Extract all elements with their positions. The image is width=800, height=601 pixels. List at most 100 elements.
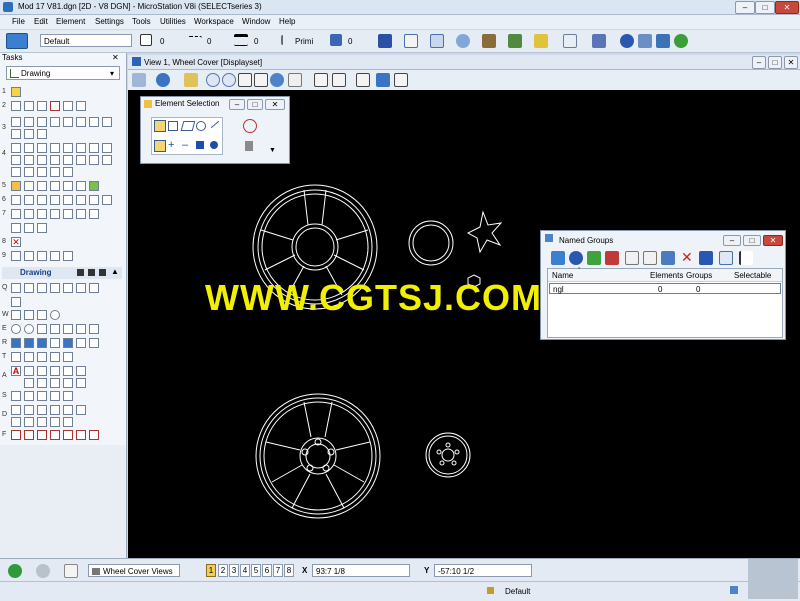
draw-f-b[interactable] bbox=[24, 430, 34, 440]
zoom-in-icon[interactable] bbox=[206, 73, 220, 87]
group-tree-icon[interactable] bbox=[739, 251, 753, 265]
draw-r-d[interactable] bbox=[50, 338, 60, 348]
saved-views-icon[interactable] bbox=[508, 34, 522, 48]
view-maximize-button[interactable]: □ bbox=[768, 56, 782, 69]
group-tool-b[interactable] bbox=[24, 181, 34, 191]
snap-icon[interactable] bbox=[592, 34, 606, 48]
fence-modify-tool[interactable] bbox=[24, 101, 34, 111]
manipulate-tool-i[interactable] bbox=[11, 129, 21, 139]
remove-from-group-icon[interactable] bbox=[605, 251, 619, 265]
view-attributes-icon[interactable] bbox=[132, 73, 146, 87]
group-properties-icon[interactable] bbox=[719, 251, 733, 265]
draw-q-d[interactable] bbox=[50, 283, 60, 293]
fence-manipulate-tool[interactable] bbox=[37, 101, 47, 111]
group-tool-f[interactable] bbox=[76, 181, 86, 191]
draw-w-d[interactable] bbox=[50, 310, 60, 320]
named-groups-minimize[interactable]: – bbox=[723, 235, 741, 246]
flag-icon[interactable] bbox=[699, 251, 713, 265]
modify-tool-s[interactable] bbox=[37, 167, 47, 177]
x-coordinate-field[interactable]: 93:7 1/8 bbox=[312, 564, 410, 577]
element-selection-maximize[interactable]: □ bbox=[247, 99, 263, 110]
modify-tool-f[interactable] bbox=[76, 143, 86, 153]
view-group-select[interactable]: Wheel Cover Views bbox=[88, 564, 180, 577]
draw-d-e[interactable] bbox=[63, 405, 73, 415]
delete-group-icon[interactable]: ✕ bbox=[681, 249, 693, 266]
line-style-icon[interactable] bbox=[188, 36, 202, 44]
fit-view-icon[interactable] bbox=[254, 73, 268, 87]
group-info-icon[interactable] bbox=[569, 251, 583, 265]
measure-tool-c[interactable] bbox=[37, 195, 47, 205]
shape-select-icon[interactable] bbox=[180, 121, 196, 131]
draw-q-e[interactable] bbox=[63, 283, 73, 293]
view-toggle-3[interactable]: 3 bbox=[229, 564, 239, 577]
draw-t-a[interactable] bbox=[11, 352, 21, 362]
group-tool-g[interactable] bbox=[89, 181, 99, 191]
view-minimize-button[interactable]: – bbox=[752, 56, 766, 69]
copy-view-icon[interactable] bbox=[356, 73, 370, 87]
draw-e-c[interactable] bbox=[37, 324, 47, 334]
back-arrow-icon[interactable] bbox=[8, 564, 22, 578]
measure-tool-g[interactable] bbox=[89, 195, 99, 205]
trim-tool-f[interactable] bbox=[76, 209, 86, 219]
fence-drop-tool[interactable] bbox=[63, 101, 73, 111]
draw-q-a[interactable] bbox=[11, 283, 21, 293]
help-icon[interactable] bbox=[656, 34, 670, 48]
measure-tool-a[interactable] bbox=[11, 195, 21, 205]
draw-r-f[interactable] bbox=[76, 338, 86, 348]
draw-d-f[interactable] bbox=[76, 405, 86, 415]
color-swatch-icon[interactable] bbox=[140, 34, 152, 46]
minimize-button[interactable]: – bbox=[735, 1, 755, 14]
menu-element[interactable]: Element bbox=[56, 17, 85, 26]
draw-a-e[interactable] bbox=[63, 366, 73, 376]
draw-q-b[interactable] bbox=[24, 283, 34, 293]
draw-d-k[interactable] bbox=[63, 417, 73, 427]
draw-e-d[interactable] bbox=[50, 324, 60, 334]
select-group-icon[interactable] bbox=[625, 251, 639, 265]
clear-selection-icon[interactable] bbox=[243, 119, 257, 133]
draw-s-b[interactable] bbox=[24, 391, 34, 401]
manipulate-tool-f[interactable] bbox=[76, 117, 86, 127]
trim-tool-h[interactable] bbox=[11, 223, 21, 233]
menu-help[interactable]: Help bbox=[279, 17, 295, 26]
menu-edit[interactable]: Edit bbox=[34, 17, 48, 26]
draw-d-d[interactable] bbox=[50, 405, 60, 415]
view-toggle-8[interactable]: 8 bbox=[284, 564, 294, 577]
named-groups-close[interactable]: ✕ bbox=[763, 235, 783, 246]
block-select-icon[interactable] bbox=[168, 121, 178, 131]
menu-window[interactable]: Window bbox=[242, 17, 270, 26]
draw-a-f[interactable] bbox=[76, 366, 86, 376]
draw-d-h[interactable] bbox=[24, 417, 34, 427]
draw-r-e[interactable] bbox=[63, 338, 73, 348]
line-select-icon[interactable] bbox=[210, 120, 220, 129]
trim-tool-j[interactable] bbox=[37, 223, 47, 233]
manipulate-tool-d[interactable] bbox=[50, 117, 60, 127]
draw-f-e[interactable] bbox=[63, 430, 73, 440]
fence-tool[interactable] bbox=[11, 101, 21, 111]
draw-r-g[interactable] bbox=[89, 338, 99, 348]
group-tool-d[interactable] bbox=[50, 181, 60, 191]
table-row[interactable]: ngl 0 0 bbox=[549, 283, 781, 294]
view-close-button[interactable]: ✕ bbox=[784, 56, 798, 69]
modify-tool-t[interactable] bbox=[50, 167, 60, 177]
element-selection-tool[interactable] bbox=[11, 87, 21, 97]
modify-tool-k[interactable] bbox=[37, 155, 47, 165]
draw-q-g[interactable] bbox=[89, 283, 99, 293]
clip-volume-icon[interactable] bbox=[394, 73, 408, 87]
update-view-icon[interactable] bbox=[184, 73, 198, 87]
modify-tool-m[interactable] bbox=[63, 155, 73, 165]
measure-tool-b[interactable] bbox=[24, 195, 34, 205]
add-mode-icon[interactable]: + bbox=[168, 139, 174, 151]
highlight-group-icon[interactable] bbox=[661, 251, 675, 265]
modify-tool-e[interactable] bbox=[63, 143, 73, 153]
draw-e-b[interactable] bbox=[24, 324, 34, 334]
draw-a-k[interactable] bbox=[76, 378, 86, 388]
draw-d-i[interactable] bbox=[37, 417, 47, 427]
view-toggle-2[interactable]: 2 bbox=[218, 564, 228, 577]
modify-tool-q[interactable] bbox=[11, 167, 21, 177]
draw-d-a[interactable] bbox=[11, 405, 21, 415]
more-options-icon[interactable]: ▼ bbox=[269, 147, 276, 154]
raster-icon[interactable] bbox=[482, 34, 496, 48]
modify-tool-i[interactable] bbox=[11, 155, 21, 165]
draw-d-c[interactable] bbox=[37, 405, 47, 415]
view-3d-icon[interactable] bbox=[376, 73, 390, 87]
